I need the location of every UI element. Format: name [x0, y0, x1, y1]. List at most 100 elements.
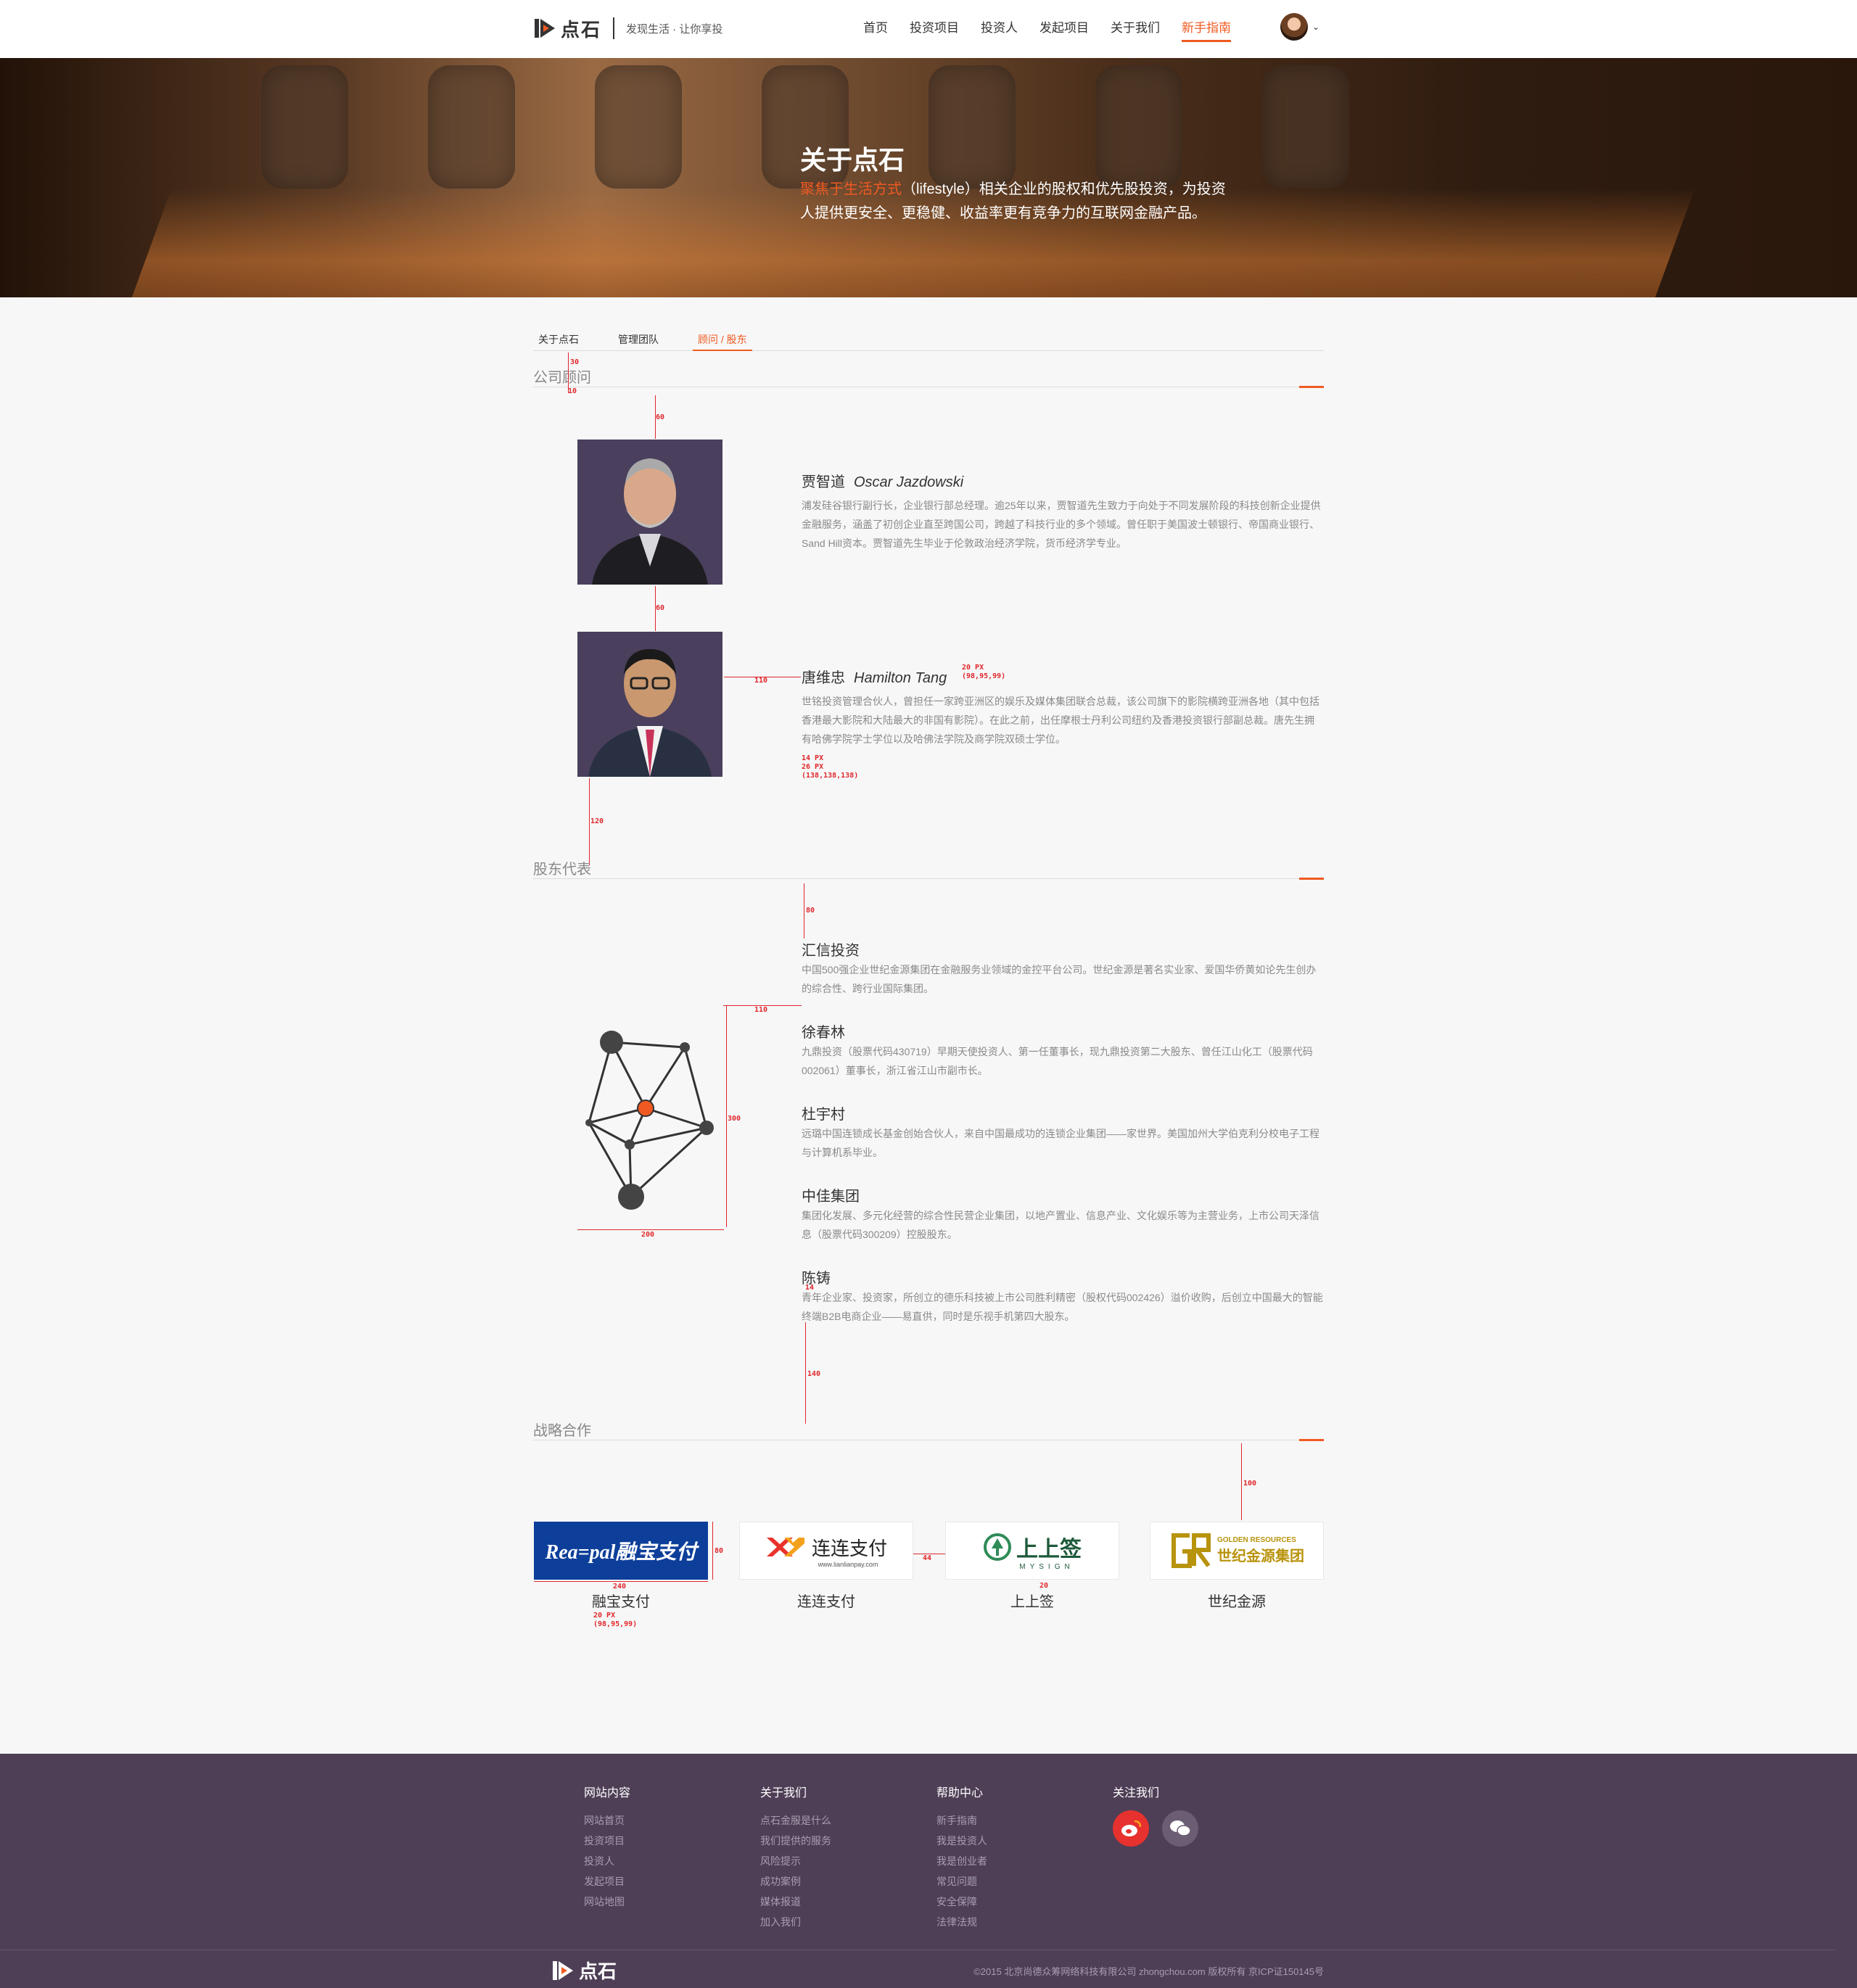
partner-label: 上上签 — [1010, 1594, 1054, 1610]
network-graphic — [585, 1031, 714, 1210]
partner-logo-text: Rea=pal融宝支付 — [545, 1541, 697, 1564]
annotation: 300 — [728, 1115, 741, 1123]
partner-logo-mysign[interactable]: 上上签 MYSIGN — [945, 1522, 1119, 1580]
footer-link[interactable]: 我们提供的服务 — [760, 1831, 831, 1851]
partners-section-header: 战略合作 — [533, 1423, 1324, 1441]
shareholder-desc: 九鼎投资（股票代码430719）早期天使投资人、第一任董事长，现九鼎投资第二大股… — [802, 1046, 1313, 1076]
logo-text: 点石 — [561, 18, 602, 41]
partner-logo-subtext: www.lianlianpay.com — [818, 1560, 878, 1568]
annotation: 80 — [806, 907, 815, 915]
shareholders-section-header: 股东代表 — [533, 862, 1324, 880]
footer-col-content: 网站内容 网站首页 投资项目 投资人 发起项目 网站地图 — [584, 1783, 630, 1912]
annotation: 20 PX (98,95,99) — [593, 1612, 638, 1628]
annotation: 10 — [568, 387, 577, 395]
golden-resources-icon — [1172, 1533, 1211, 1568]
tab-advisors[interactable]: 顾问 / 股东 — [693, 331, 752, 351]
footer-link[interactable]: 投资项目 — [584, 1831, 630, 1851]
chevron-down-icon[interactable]: ⌄ — [1312, 22, 1319, 32]
shareholder-name: 杜宇村 — [802, 1107, 845, 1123]
footer-link[interactable]: 安全保障 — [936, 1892, 987, 1912]
top-header: 点石 发现生活 · 让你享投 首页 投资项目 投资人 发起项目 关于我们 新手指… — [0, 0, 1857, 58]
partner-logo-reapal[interactable]: Rea=pal融宝支付 — [534, 1522, 708, 1580]
footer-link[interactable]: 点石金服是什么 — [760, 1810, 831, 1831]
nav-guide[interactable]: 新手指南 — [1182, 0, 1231, 58]
footer-link[interactable]: 网站首页 — [584, 1810, 630, 1831]
annotation: 60 — [656, 604, 665, 612]
partner-logo-text: 世纪金源集团 — [1217, 1548, 1304, 1564]
shareholder-name: 中佳集团 — [802, 1189, 860, 1205]
partner-logo-lianlian[interactable]: 连连支付 www.lianlianpay.com — [739, 1522, 913, 1580]
footer-link[interactable]: 法律法规 — [936, 1912, 987, 1932]
wechat-icon[interactable] — [1162, 1810, 1198, 1847]
mysign-icon — [984, 1533, 1011, 1561]
partner-logo-text: 上上签 — [1016, 1537, 1082, 1562]
footer-col-follow: 关注我们 — [1113, 1783, 1198, 1847]
footer-link[interactable]: 发起项目 — [584, 1871, 630, 1892]
partner-logo-subtext: GOLDEN RESOURCES — [1217, 1536, 1296, 1544]
nav-launch[interactable]: 发起项目 — [1039, 0, 1089, 58]
footer-link[interactable]: 风险提示 — [760, 1851, 831, 1871]
annotation: 100 — [1243, 1480, 1257, 1488]
footer-link[interactable]: 媒体报道 — [760, 1892, 831, 1912]
weibo-icon[interactable] — [1113, 1810, 1149, 1847]
nav-investors[interactable]: 投资人 — [981, 0, 1018, 58]
advisor-name-en: Hamilton Tang — [854, 670, 947, 686]
banner-desc-highlight: 聚焦于生活方式 — [800, 181, 902, 197]
banner-title: 关于点石 — [800, 145, 905, 175]
footer-link[interactable]: 我是创业者 — [936, 1851, 987, 1871]
footer-link[interactable]: 新手指南 — [936, 1810, 987, 1831]
annotation: 30 — [570, 358, 580, 366]
nav-home[interactable]: 首页 — [863, 0, 888, 58]
user-menu[interactable]: ⌄ — [1280, 13, 1319, 41]
annotation: 120 — [590, 817, 604, 825]
footer-link[interactable]: 我是投资人 — [936, 1831, 987, 1851]
annotation: 240 — [613, 1583, 627, 1591]
advisor-name-en: Oscar Jazdowski — [854, 474, 964, 490]
advisor-desc: 浦发硅谷银行副行长，企业银行部总经理。逾25年以来，贾智道先生致力于向处于不同发… — [802, 500, 1321, 549]
tab-about[interactable]: 关于点石 — [533, 331, 584, 351]
shareholder-desc: 远璐中国连锁成长基金创始合伙人，来自中国最成功的连锁企业集团——家世界。美国加州… — [802, 1128, 1319, 1158]
lianlian-icon — [766, 1538, 804, 1556]
annotation: 44 — [923, 1554, 932, 1562]
shareholder-desc: 青年企业家、投资家，所创立的德乐科技被上市公司胜利精密（股权代码002426）溢… — [802, 1292, 1323, 1322]
partner-label: 世纪金源 — [1208, 1594, 1266, 1610]
section-accent — [1299, 878, 1324, 880]
logo-divider — [613, 17, 615, 39]
advisors-section-header: 公司顾问 — [533, 370, 1324, 388]
main-nav: 首页 投资项目 投资人 发起项目 关于我们 新手指南 — [863, 0, 1253, 58]
about-tabs: 关于点石 管理团队 顾问 / 股东 — [533, 331, 1324, 351]
footer-link[interactable]: 网站地图 — [584, 1892, 630, 1912]
annotation: 20 PX (98,95,99) — [962, 664, 1006, 680]
annotation: 200 — [641, 1231, 655, 1239]
annotation: 20 — [1039, 1582, 1049, 1590]
tab-team[interactable]: 管理团队 — [613, 331, 664, 351]
footer-col-about: 关于我们 点石金服是什么 我们提供的服务 风险提示 成功案例 媒体报道 加入我们 — [760, 1783, 831, 1932]
annotation: 14 — [805, 1284, 815, 1292]
footer-logo-text: 点石 — [579, 1960, 617, 1982]
shareholders-title: 股东代表 — [533, 862, 591, 878]
footer-link[interactable]: 加入我们 — [760, 1912, 831, 1932]
annotation: 14 PX 26 PX (138,138,138) — [802, 754, 859, 780]
site-footer: 网站内容 网站首页 投资项目 投资人 发起项目 网站地图 关于我们 点石金服是什… — [0, 1754, 1857, 1988]
advisor-photo-oscar — [577, 440, 722, 585]
partner-label: 融宝支付 — [592, 1594, 650, 1610]
nav-projects[interactable]: 投资项目 — [910, 0, 959, 58]
site-logo[interactable]: 点石 发现生活 · 让你享投 — [533, 16, 722, 41]
partner-logo-golden[interactable]: GOLDEN RESOURCES 世纪金源集团 — [1150, 1522, 1324, 1580]
section-accent — [1299, 1439, 1324, 1441]
footer-logo[interactable]: 点石 — [551, 1957, 617, 1984]
advisor-desc: 世铭投资管理合伙人，曾担任一家跨亚洲区的娱乐及媒体集团联合总裁，该公司旗下的影院… — [802, 696, 1319, 745]
slogan: 发现生活 · 让你享投 — [626, 22, 723, 36]
logo-icon — [535, 19, 555, 38]
footer-link[interactable]: 投资人 — [584, 1851, 630, 1871]
hero-banner: 关于点石 聚焦于生活方式（lifestyle）相关企业的股权和优先股投资，为投资… — [0, 58, 1857, 297]
avatar[interactable] — [1280, 13, 1308, 41]
footer-link[interactable]: 常见问题 — [936, 1871, 987, 1892]
nav-about[interactable]: 关于我们 — [1111, 0, 1160, 58]
banner-desc: 聚焦于生活方式（lifestyle）相关企业的股权和优先股投资，为投资人提供更安… — [800, 178, 1235, 226]
advisor-name: 唐维忠 Hamilton Tang — [802, 670, 947, 686]
partner-label: 连连支付 — [797, 1594, 855, 1610]
footer-link[interactable]: 成功案例 — [760, 1871, 831, 1892]
annotation: 80 — [715, 1547, 724, 1555]
advisors-title: 公司顾问 — [533, 370, 591, 386]
